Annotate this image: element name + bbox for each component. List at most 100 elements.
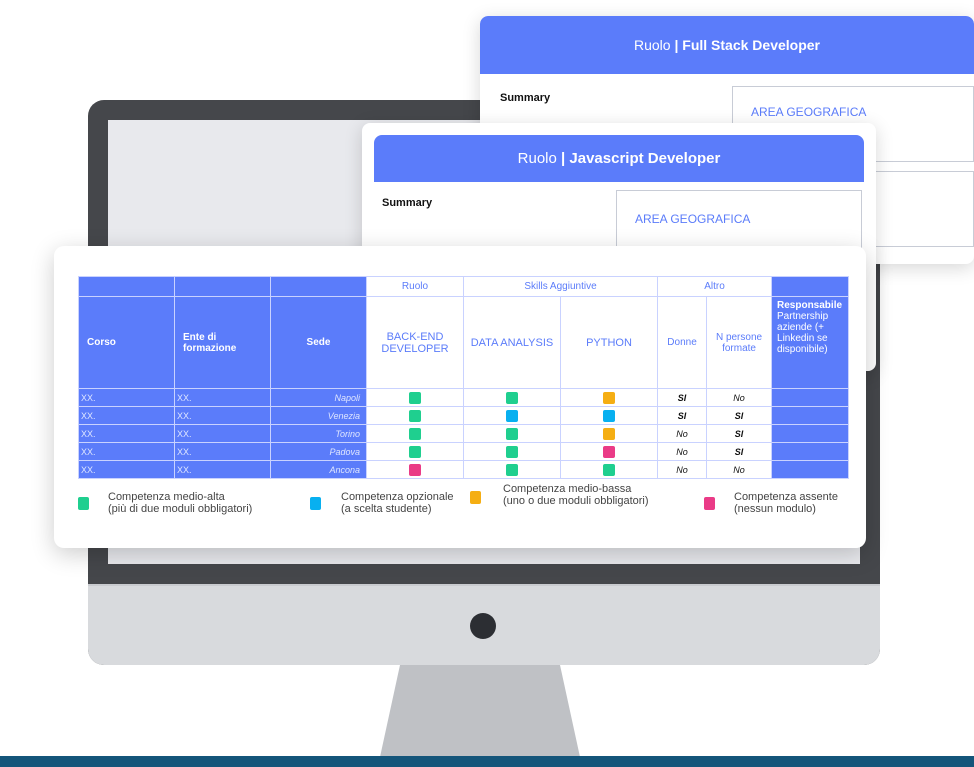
cell-responsabile [771, 406, 850, 425]
cell-sede: Napoli [270, 388, 367, 407]
column-header-ente: Ente di formazione [174, 296, 271, 389]
header-blank [174, 276, 271, 297]
header-blank [771, 276, 850, 297]
table-row: XX. XX. Napoli SI No [78, 388, 850, 407]
cell-python [559, 424, 659, 443]
legend-swatch-pink [704, 497, 715, 510]
cell-npersone: No [706, 460, 773, 479]
monitor-button [470, 613, 496, 639]
cell-python [559, 406, 659, 425]
cell-ente: XX. [174, 388, 271, 407]
cell-python [559, 388, 659, 407]
competence-swatch [409, 445, 421, 458]
cell-backend [366, 388, 464, 407]
cell-npersone: No [706, 388, 773, 407]
competence-table-panel: Ruolo Skills Aggiuntive Altro Corso Ente… [54, 246, 866, 548]
cell-backend [366, 460, 464, 479]
cell-donne: SI [657, 406, 708, 425]
column-header-responsabile: Responsabile Partnership aziende (+ Link… [771, 296, 850, 389]
competence-swatch [409, 391, 421, 404]
cell-corso: XX. [78, 424, 175, 443]
cell-sede: Torino [270, 424, 367, 443]
role-card-header: Ruolo | Full Stack Developer [480, 16, 974, 74]
column-header-backend: BACK-END DEVELOPER [366, 296, 464, 389]
legend-swatch-green [78, 497, 89, 510]
monitor-stand [380, 665, 580, 757]
column-header-data-analysis: DATA ANALYSIS [463, 296, 561, 389]
cell-backend [366, 442, 464, 461]
cell-donne: No [657, 424, 708, 443]
table-row: XX. XX. Venezia SI SI [78, 406, 850, 425]
competence-swatch [409, 427, 421, 440]
summary-label: Summary [500, 92, 551, 104]
group-header-altro: Altro [657, 276, 773, 297]
cell-donne: No [657, 460, 708, 479]
cell-data [463, 424, 561, 443]
area-geografica-box: AREA GEOGRAFICA [616, 190, 862, 252]
cell-corso: XX. [78, 442, 175, 461]
cell-python [559, 442, 659, 461]
column-header-corso: Corso [78, 296, 175, 389]
cell-ente: XX. [174, 424, 271, 443]
competence-swatch [603, 409, 615, 422]
competence-swatch [506, 409, 518, 422]
summary-label: Summary [382, 197, 433, 209]
competence-swatch [409, 409, 421, 422]
cell-data [463, 442, 561, 461]
cell-corso: XX. [78, 388, 175, 407]
cell-responsabile [771, 424, 850, 443]
legend-label: Competenza assente [734, 491, 838, 503]
cell-responsabile [771, 442, 850, 461]
table-row: XX. XX. Torino No SI [78, 424, 850, 443]
legend-swatch-cyan [310, 497, 321, 510]
role-label: Ruolo [633, 37, 671, 53]
table-row: XX. XX. Ancona No No [78, 460, 850, 479]
competence-swatch [506, 391, 518, 404]
competence-swatch [506, 427, 518, 440]
group-header-skills: Skills Aggiuntive [462, 276, 659, 297]
header-blank [78, 276, 175, 297]
monitor-chin-divider [88, 584, 880, 586]
table-row: XX. XX. Padova No SI [78, 442, 850, 461]
competence-swatch [409, 463, 421, 476]
cell-npersone: SI [706, 406, 773, 425]
responsabile-title: Responsabile [777, 300, 843, 311]
cell-donne: SI [657, 388, 708, 407]
role-separator: | [674, 37, 679, 53]
cell-corso: XX. [78, 460, 175, 479]
cell-ente: XX. [174, 442, 271, 461]
role-label: Ruolo [517, 150, 557, 167]
cell-ente: XX. [174, 460, 271, 479]
cell-responsabile [771, 460, 850, 479]
competence-swatch [603, 427, 615, 440]
role-name: Full Stack Developer [682, 37, 820, 53]
legend-label: Competenza medio-bassa [503, 483, 632, 495]
cell-sede: Venezia [270, 406, 367, 425]
cell-data [463, 460, 561, 479]
competence-swatch [603, 391, 615, 404]
cell-npersone: SI [706, 424, 773, 443]
column-header-donne: Donne [657, 296, 708, 389]
role-name: Javascript Developer [569, 150, 721, 167]
cell-ente: XX. [174, 406, 271, 425]
competence-swatch [506, 463, 518, 476]
competence-table: Ruolo Skills Aggiuntive Altro Corso Ente… [78, 276, 850, 479]
legend-sublabel: (nessun modulo) [734, 503, 816, 515]
column-header-sede: Sede [270, 296, 367, 389]
competence-swatch [603, 463, 615, 476]
cell-sede: Ancona [270, 460, 367, 479]
footer-band [0, 756, 974, 767]
cell-npersone: SI [706, 442, 773, 461]
legend-sublabel: (uno o due moduli obbligatori) [503, 495, 649, 507]
role-card-header: Ruolo | Javascript Developer [374, 135, 864, 182]
cell-data [463, 406, 561, 425]
legend-label: Competenza medio-alta [108, 491, 225, 503]
legend-sublabel: (più di due moduli obbligatori) [108, 503, 253, 515]
cell-data [463, 388, 561, 407]
cell-python [559, 460, 659, 479]
cell-corso: XX. [78, 406, 175, 425]
competence-swatch [506, 445, 518, 458]
column-header-python: PYTHON [559, 296, 659, 389]
competence-swatch [603, 445, 615, 458]
cell-sede: Padova [270, 442, 367, 461]
